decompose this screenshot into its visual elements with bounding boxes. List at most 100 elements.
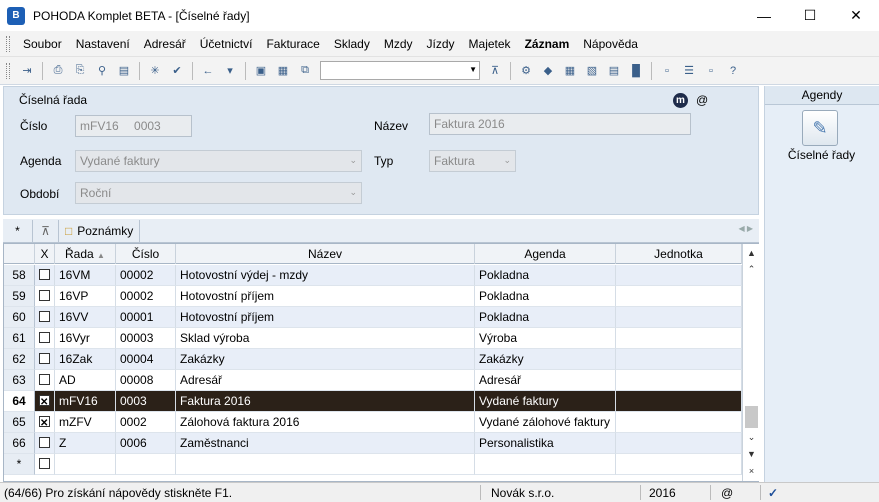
close-button[interactable]: ✕ (833, 0, 879, 31)
at-icon[interactable]: @ (696, 93, 708, 107)
preview-icon[interactable]: ⚲ (93, 62, 111, 80)
forward-icon[interactable]: ▾ (221, 62, 239, 80)
floppy-icon[interactable]: ▦ (274, 62, 292, 80)
note-icon[interactable]: ▫ (702, 62, 720, 80)
header-rada[interactable]: Řada ▲ (55, 244, 116, 264)
scroll-bottom-icon[interactable]: ▼ (744, 447, 759, 462)
app-icon[interactable]: B (7, 6, 25, 25)
close-grid-icon[interactable]: × (744, 464, 759, 479)
menu-grip[interactable] (6, 35, 10, 52)
row-checkbox-cell[interactable] (35, 307, 55, 328)
menu-napoveda[interactable]: Nápověda (576, 37, 645, 51)
filter-icon[interactable]: ⊼ (33, 219, 59, 242)
row-checkbox[interactable] (39, 374, 50, 385)
chevron-down-icon[interactable]: ⌄ (503, 155, 511, 166)
menu-fakturace[interactable]: Fakturace (259, 37, 326, 51)
row-checkbox[interactable] (39, 437, 50, 448)
table-row[interactable]: 64 mFV160003Faktura 2016Vydané faktury (4, 391, 742, 412)
row-checkbox-cell[interactable] (35, 433, 55, 454)
scroll-down-icon[interactable]: ⌄ (744, 430, 759, 445)
menu-ucetnictvi[interactable]: Účetnictví (193, 37, 260, 51)
row-checkbox[interactable] (39, 332, 50, 343)
tab-new-record[interactable]: * (3, 219, 33, 242)
row-checkbox[interactable] (39, 311, 50, 322)
lock-icon[interactable]: ▣ (252, 62, 270, 80)
row-checkbox-cell[interactable] (35, 391, 55, 412)
chevron-down-icon[interactable]: ⌄ (349, 155, 357, 166)
row-checkbox[interactable] (39, 458, 50, 469)
obdobi-combo[interactable]: Roční ⌄ (75, 182, 362, 204)
row-checkbox[interactable] (39, 353, 50, 364)
tab-scroll-icon[interactable]: ◀ ▶ (738, 224, 753, 233)
row-checkbox-cell[interactable] (35, 454, 55, 475)
message-icon[interactable]: ▫ (658, 62, 676, 80)
money-icon[interactable]: ◆ (539, 62, 557, 80)
print-setup-icon[interactable]: ⎘ (71, 62, 89, 80)
header-agenda[interactable]: Agenda (475, 244, 616, 264)
maximize-button[interactable]: ☐ (787, 0, 833, 31)
save-record-icon[interactable]: ✔ (168, 62, 186, 80)
agenda-combo[interactable]: Vydané faktury ⌄ (75, 150, 362, 172)
back-icon[interactable]: ← (199, 62, 217, 80)
row-checkbox-cell[interactable] (35, 265, 55, 286)
vertical-scrollbar[interactable]: ▲ ⌃ ⌄ ▼ × (742, 244, 759, 481)
print-icon[interactable]: ⎙ (49, 62, 67, 80)
table-row[interactable]: 63 AD 00008 Adresář Adresář (4, 370, 742, 391)
check-icon[interactable]: ✓ (768, 486, 778, 500)
menu-zaznam[interactable]: Záznam (518, 37, 577, 51)
table-row[interactable]: 59 16VP 00002 Hotovostní příjem Pokladna (4, 286, 742, 307)
menu-jizdy[interactable]: Jízdy (420, 37, 462, 51)
export-icon[interactable]: ▤ (115, 62, 133, 80)
filter-combo[interactable]: ▼ (320, 61, 480, 80)
menu-soubor[interactable]: Soubor (16, 37, 69, 51)
doc-icon[interactable]: ▤ (605, 62, 623, 80)
agendy-item-label[interactable]: Číselné řady (765, 148, 878, 162)
bank-icon[interactable]: █ (627, 62, 645, 80)
toolbar-grip[interactable] (6, 62, 10, 79)
minimize-button[interactable]: — (741, 0, 787, 31)
table-row[interactable]: 65 mZFV0002Zálohová faktura 2016Vydané zá… (4, 412, 742, 433)
scroll-top-icon[interactable]: ▲ (744, 246, 759, 261)
header-x[interactable]: X (35, 244, 55, 264)
copy-icon[interactable]: ⧉ (296, 62, 314, 80)
calculator-icon[interactable]: ▦ (561, 62, 579, 80)
chevron-down-icon[interactable]: ⌄ (349, 187, 357, 198)
filter-icon[interactable]: ⊼ (486, 62, 504, 80)
scroll-up-icon[interactable]: ⌃ (744, 262, 759, 277)
row-checkbox-cell[interactable] (35, 328, 55, 349)
cislo-field[interactable]: mFV16 0003 (75, 115, 192, 137)
scroll-thumb[interactable] (745, 406, 758, 428)
row-checkbox[interactable] (39, 414, 50, 432)
menu-mzdy[interactable]: Mzdy (377, 37, 420, 51)
table-row[interactable]: 62 16Zak 00004 Zakázky Zakázky (4, 349, 742, 370)
row-checkbox[interactable] (39, 290, 50, 301)
header-jednotka[interactable]: Jednotka (616, 244, 742, 264)
exit-icon[interactable]: ⇥ (18, 62, 36, 80)
header-nazev[interactable]: Název (176, 244, 475, 264)
menu-majetek[interactable]: Majetek (462, 37, 518, 51)
menu-nastaveni[interactable]: Nastavení (69, 37, 137, 51)
tab-poznamky[interactable]: □ Poznámky (59, 219, 141, 242)
menu-adresar[interactable]: Adresář (137, 37, 193, 51)
chevron-down-icon[interactable]: ▼ (469, 65, 477, 74)
help-icon[interactable]: ? (724, 62, 742, 80)
ciselne-rady-icon[interactable]: ✎ (802, 110, 838, 146)
list-icon[interactable]: ☰ (680, 62, 698, 80)
row-checkbox-cell[interactable] (35, 412, 55, 433)
header-cislo[interactable]: Číslo (116, 244, 176, 264)
m-icon[interactable]: m (673, 93, 688, 108)
menu-sklady[interactable]: Sklady (327, 37, 377, 51)
new-record-icon[interactable]: ✳ (146, 62, 164, 80)
table-row[interactable]: 58 16VM 00002 Hotovostní výdej - mzdy Poklad… (4, 265, 742, 286)
table-row[interactable]: 66 Z 0006 Zaměstnanci Personalistika (4, 433, 742, 454)
row-checkbox[interactable] (39, 269, 50, 280)
row-checkbox-cell[interactable] (35, 349, 55, 370)
calc2-icon[interactable]: ▧ (583, 62, 601, 80)
tool-icon[interactable]: ⚙ (517, 62, 535, 80)
typ-combo[interactable]: Faktura ⌄ (429, 150, 516, 172)
row-checkbox-cell[interactable] (35, 286, 55, 307)
row-checkbox[interactable] (39, 393, 50, 411)
nazev-field[interactable]: Faktura 2016 (429, 113, 691, 135)
table-row[interactable]: * (4, 454, 742, 475)
table-row[interactable]: 60 16VV 00001 Hotovostní příjem Pokladna (4, 307, 742, 328)
